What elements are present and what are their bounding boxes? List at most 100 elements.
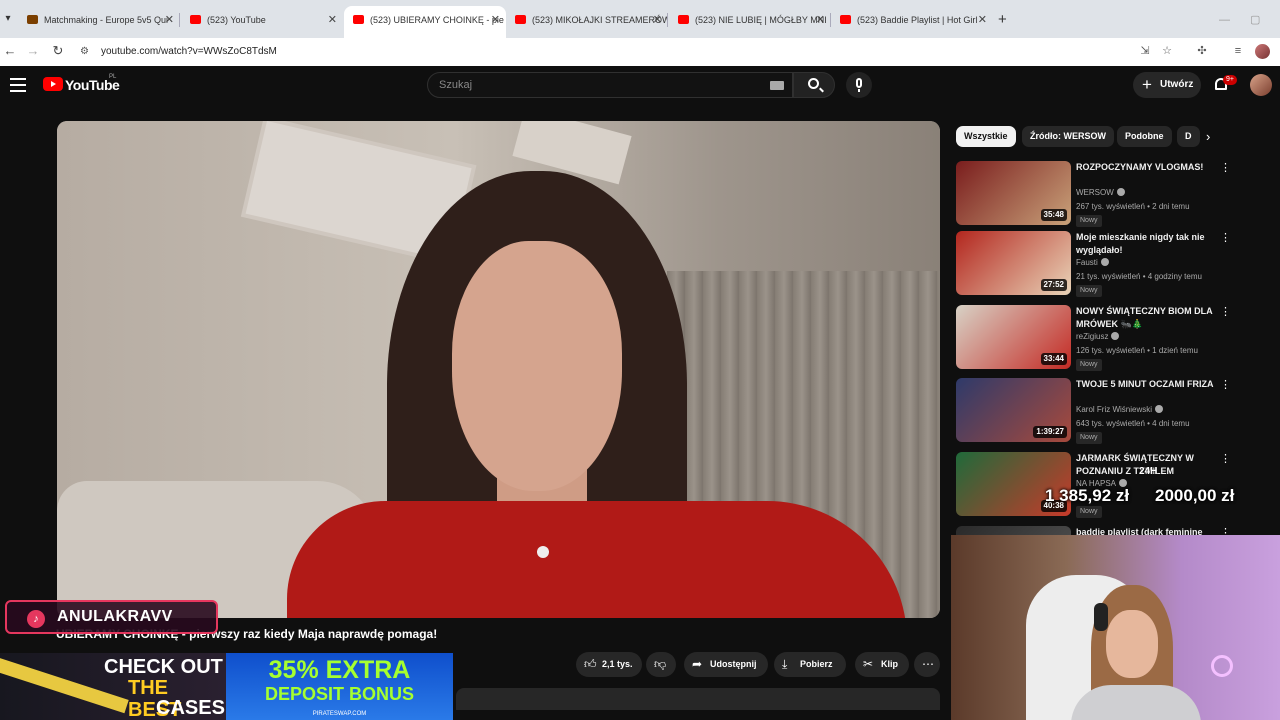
download-button[interactable]: ⤓ Pobierz bbox=[774, 652, 846, 677]
more-actions-button[interactable]: ⋯ bbox=[914, 652, 940, 677]
deposit-bonus-banner: 35% EXTRA DEPOSIT BONUS PIRATESWAP.COM bbox=[226, 653, 453, 720]
youtube-logo-icon[interactable] bbox=[43, 77, 63, 91]
video-player[interactable] bbox=[57, 121, 940, 618]
more-dots-icon: ⋯ bbox=[922, 657, 934, 671]
tab-title: (523) YouTube bbox=[207, 15, 266, 25]
pendant bbox=[537, 546, 549, 558]
site-info-icon[interactable]: ⚙ bbox=[80, 41, 89, 63]
kebab-menu-icon[interactable]: ⋮ bbox=[1220, 233, 1231, 244]
verified-icon bbox=[1116, 188, 1125, 196]
search-placeholder: Szukaj bbox=[439, 79, 473, 91]
ad-text: DEPOSIT BONUS bbox=[264, 684, 415, 704]
rec-channel[interactable]: reZigiusz bbox=[1076, 332, 1120, 341]
video-thumbnail[interactable]: 35:48 bbox=[956, 161, 1071, 225]
search-icon bbox=[808, 78, 819, 89]
kebab-menu-icon[interactable]: ⋮ bbox=[1220, 163, 1231, 174]
chip-all[interactable]: Wszystkie bbox=[956, 126, 1016, 147]
rec-channel[interactable]: Karol Friz Wiśniewski bbox=[1076, 405, 1164, 414]
clip-button[interactable]: ✂ Klip bbox=[855, 652, 909, 677]
youtube-favicon-icon bbox=[840, 15, 851, 24]
rec-channel[interactable]: WERSOW bbox=[1076, 188, 1125, 197]
recommendation-item[interactable]: 27:52 Moje mieszkanie nigdy tak nie wygl… bbox=[956, 231, 1256, 297]
share-button[interactable]: ➦ Udostępnij bbox=[684, 652, 768, 677]
recommendation-item[interactable]: 35:48 ROZPOCZYNAMY VLOGMAS! WERSOW 267 t… bbox=[956, 161, 1256, 227]
create-label: Utwórz bbox=[1160, 79, 1194, 90]
account-avatar[interactable] bbox=[1250, 74, 1272, 96]
kebab-menu-icon[interactable]: ⋮ bbox=[1220, 380, 1231, 391]
chevron-right-icon[interactable]: › bbox=[1206, 126, 1224, 147]
url-field[interactable]: ⚙ youtube.com/watch?v=WWsZoC8TdsM bbox=[76, 41, 1126, 63]
scissors-icon: ✂ bbox=[863, 657, 874, 671]
back-icon[interactable]: ← bbox=[0, 41, 20, 61]
recommendation-item[interactable]: 33:44 NOWY ŚWIĄTECZNY BIOM DLA MRÓWEK 🐜🎄… bbox=[956, 305, 1256, 371]
cases-ad-banner: CHECK OUT THE BEST CASES bbox=[0, 653, 226, 720]
bookmark-star-icon[interactable]: ☆ bbox=[1157, 41, 1177, 61]
plus-icon: + bbox=[1142, 75, 1152, 94]
address-bar: ← → ↻ ⚙ youtube.com/watch?v=WWsZoC8TdsM … bbox=[0, 38, 1280, 66]
rec-title[interactable]: Moje mieszkanie nigdy tak nie wyglądało! bbox=[1076, 231, 1216, 257]
extensions-icon[interactable]: ✣ bbox=[1192, 41, 1212, 61]
chip-source[interactable]: Źródło: WERSOW bbox=[1022, 126, 1114, 147]
tab-favicon-icon bbox=[27, 15, 38, 24]
youtube-favicon-icon bbox=[353, 15, 364, 24]
kebab-menu-icon[interactable]: ⋮ bbox=[1220, 307, 1231, 318]
forward-icon[interactable]: → bbox=[23, 41, 43, 61]
video-thumbnail[interactable]: 40:38 bbox=[956, 452, 1071, 516]
media-controls-icon[interactable]: ≡ bbox=[1228, 41, 1248, 61]
url-text[interactable]: youtube.com/watch?v=WWsZoC8TdsM bbox=[101, 41, 277, 63]
tab-close-icon[interactable]: ✕ bbox=[491, 6, 500, 34]
browser-profile-avatar[interactable] bbox=[1255, 44, 1270, 59]
share-label: Udostępnij bbox=[710, 659, 757, 669]
tab-close-icon[interactable]: ✕ bbox=[328, 9, 337, 31]
tab-title: Matchmaking - Europe 5v5 Qui bbox=[44, 15, 169, 25]
new-badge: Nowy bbox=[1076, 506, 1102, 518]
youtube-masthead: YouTube PL Szukaj + Utwórz 9+ bbox=[0, 66, 1280, 106]
video-thumbnail[interactable]: 27:52 bbox=[956, 231, 1071, 295]
tab-close-icon[interactable]: ✕ bbox=[978, 9, 987, 31]
create-button[interactable]: + Utwórz bbox=[1133, 72, 1201, 98]
browser-tab[interactable]: Matchmaking - Europe 5v5 Qui ✕ bbox=[18, 9, 180, 31]
tab-close-icon[interactable]: ✕ bbox=[816, 9, 825, 31]
rec-title[interactable]: NOWY ŚWIĄTECZNY BIOM DLA MRÓWEK 🐜🎄 bbox=[1076, 305, 1216, 331]
description-box[interactable] bbox=[456, 688, 940, 710]
rec-title[interactable]: ROZPOCZYNAMY VLOGMAS! bbox=[1076, 161, 1216, 174]
minimize-icon[interactable]: — bbox=[1219, 9, 1230, 31]
hamburger-menu-icon[interactable] bbox=[10, 78, 26, 92]
reload-icon[interactable]: ↻ bbox=[48, 41, 68, 61]
thumbs-down-icon: 👎︎ bbox=[654, 657, 667, 671]
keyboard-icon[interactable] bbox=[770, 81, 784, 90]
voice-search-button[interactable] bbox=[846, 72, 872, 98]
chip-more[interactable]: D bbox=[1177, 126, 1200, 147]
browser-tab[interactable]: (523) NIE LUBIĘ | MÓGŁBY MNI ✕ bbox=[669, 9, 831, 31]
recommendation-item[interactable]: 40:38 JARMARK ŚWIĄTECZNY W POZNANIU Z TY… bbox=[956, 452, 1256, 518]
video-thumbnail[interactable]: 1:39:27 bbox=[956, 378, 1071, 442]
ad-url: PIRATESWAP.COM bbox=[312, 711, 367, 717]
verified-icon bbox=[1100, 258, 1109, 266]
verified-icon bbox=[1155, 405, 1164, 413]
tab-close-icon[interactable]: ✕ bbox=[165, 9, 174, 31]
video-thumbnail[interactable]: 33:44 bbox=[956, 305, 1071, 369]
new-tab-icon[interactable]: + bbox=[998, 9, 1007, 31]
person-face bbox=[452, 241, 622, 491]
chip-related[interactable]: Podobne bbox=[1117, 126, 1172, 147]
browser-tab[interactable]: (523) Baddie Playlist | Hot Girl ✕ bbox=[831, 9, 993, 31]
rec-channel[interactable]: Fausti bbox=[1076, 258, 1109, 267]
rec-title[interactable]: TWOJE 5 MINUT OCZAMI FRIZA bbox=[1076, 378, 1216, 391]
maximize-icon[interactable]: ▢ bbox=[1250, 9, 1260, 31]
install-app-icon[interactable]: ⇲ bbox=[1135, 41, 1155, 61]
kebab-menu-icon[interactable]: ⋮ bbox=[1220, 454, 1231, 465]
rec-meta: 21 tys. wyświetleń • 4 godziny temu bbox=[1076, 272, 1202, 281]
like-button[interactable]: 👍︎ 2,1 tys. bbox=[576, 652, 642, 677]
browser-tab[interactable]: (523) MIKOŁAJKI STREAMERÓW ✕ bbox=[506, 9, 668, 31]
search-input[interactable]: Szukaj bbox=[427, 72, 793, 98]
country-code: PL bbox=[109, 74, 117, 80]
dislike-button[interactable]: 👎︎ bbox=[646, 652, 676, 677]
browser-tab-active[interactable]: (523) UBIERAMY CHOINKĘ - pie ✕ bbox=[344, 6, 506, 38]
recommendation-item[interactable]: 1:39:27 TWOJE 5 MINUT OCZAMI FRIZA Karol… bbox=[956, 378, 1256, 444]
tab-search-icon[interactable]: ▾ bbox=[0, 8, 16, 30]
search-button[interactable] bbox=[793, 72, 835, 98]
duration-badge: 35:48 bbox=[1040, 209, 1067, 221]
ad-text: CHECK OUT bbox=[104, 656, 223, 678]
tab-close-icon[interactable]: ✕ bbox=[653, 9, 662, 31]
browser-tab[interactable]: (523) YouTube ✕ bbox=[181, 9, 343, 31]
